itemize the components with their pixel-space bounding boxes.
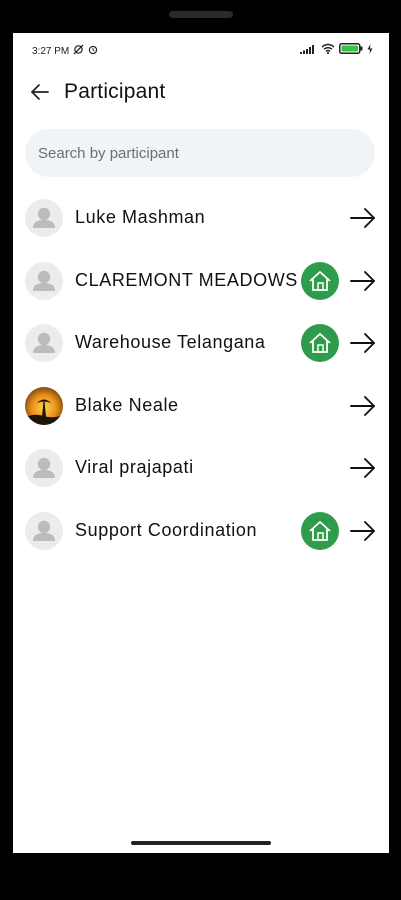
status-left: 3:27 PM: [32, 44, 98, 58]
participant-name: Luke Mashman: [75, 207, 206, 227]
arrow-right-icon[interactable]: [349, 331, 377, 355]
participant-row[interactable]: Warehouse Telangana: [13, 312, 389, 375]
app-header: Participant: [13, 73, 389, 111]
participant-name: CLAREMONT MEADOWS: [75, 269, 298, 290]
search-bar: [25, 129, 375, 177]
status-bar: 3:27 PM: [13, 41, 389, 57]
alarm-icon: [88, 45, 98, 58]
arrow-right-icon[interactable]: [349, 206, 377, 230]
signal-icon: [300, 44, 317, 57]
wifi-icon: [321, 43, 335, 57]
photo-avatar: [25, 386, 63, 425]
app-screen: 3:27 PM Participant Search by participan…: [13, 33, 389, 853]
page-title: Participant: [64, 80, 166, 103]
default-avatar-icon: [25, 261, 63, 300]
gesture-nav-bar[interactable]: [131, 841, 271, 845]
participant-name: Blake Neale: [75, 394, 179, 415]
home-badge-icon: [301, 261, 339, 300]
earpiece-speaker: [169, 11, 233, 18]
participant-row[interactable]: Luke Mashman: [13, 187, 389, 250]
back-button[interactable]: [29, 81, 51, 103]
arrow-left-icon: [31, 84, 49, 100]
participant-name: Viral prajapati: [75, 457, 194, 477]
default-avatar-icon: [25, 511, 63, 550]
participant-row[interactable]: Support Coordination: [13, 500, 389, 563]
participant-name: Warehouse Telangana: [75, 332, 266, 352]
arrow-right-icon[interactable]: [349, 519, 377, 543]
default-avatar-icon: [25, 449, 63, 487]
default-avatar-icon: [25, 324, 63, 362]
participant-row[interactable]: Blake Neale: [13, 375, 389, 438]
search-input[interactable]: [25, 129, 358, 177]
arrow-right-icon[interactable]: [349, 269, 377, 293]
participant-list: Luke Mashman CLAREMONT MEADOWS Warehouse…: [13, 187, 389, 562]
home-badge-icon: [301, 511, 339, 550]
participant-name: Support Coordination: [75, 519, 258, 540]
arrow-right-icon[interactable]: [349, 394, 377, 418]
status-time: 3:27 PM: [32, 45, 70, 57]
arrow-right-icon[interactable]: [349, 456, 377, 480]
phone-frame: 3:27 PM Participant Search by participan…: [0, 0, 401, 900]
participant-row[interactable]: CLAREMONT MEADOWS: [13, 250, 389, 313]
status-right: [300, 43, 373, 57]
participant-row[interactable]: Viral prajapati: [13, 437, 389, 500]
default-avatar-icon: [25, 199, 63, 237]
battery-icon: [339, 43, 363, 57]
home-badge-icon: [301, 324, 339, 362]
no-sync-icon: [73, 44, 84, 58]
charging-icon: [367, 43, 373, 57]
